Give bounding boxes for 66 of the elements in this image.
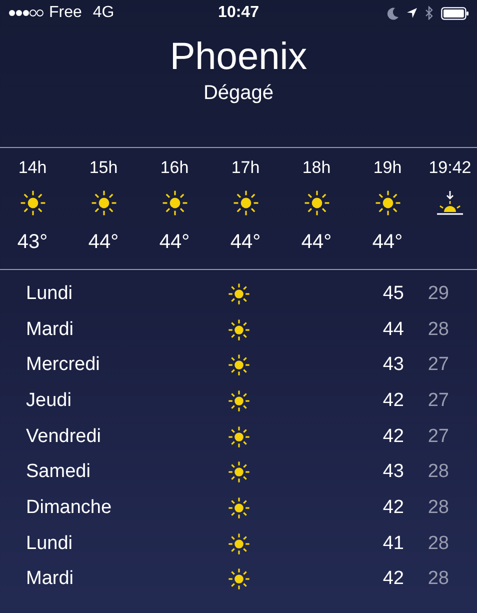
- day-name: Lundi: [26, 282, 74, 305]
- location-arrow-icon: [406, 7, 418, 19]
- bluetooth-icon: [425, 6, 434, 20]
- hour-temperature: 44°: [372, 230, 403, 254]
- hour-label: 19:42: [428, 158, 472, 178]
- moon-icon: [387, 6, 399, 20]
- sun-icon: [228, 461, 250, 484]
- sun-icon: [228, 568, 250, 590]
- city-name: Phoenix: [170, 36, 308, 78]
- battery-icon: [441, 6, 469, 20]
- hour-label: 14h: [18, 158, 47, 178]
- hour-label: 18h: [302, 158, 331, 178]
- low-temperature: 28: [426, 568, 449, 590]
- high-temperature: 45: [382, 282, 404, 305]
- hour-temperature: 44°: [230, 230, 261, 254]
- low-temperature: 27: [426, 390, 449, 412]
- day-name: Mardi: [26, 318, 75, 341]
- low-temperature: 28: [426, 532, 449, 555]
- high-temperature: 41: [382, 532, 404, 555]
- hour-temperature: 43°: [17, 230, 48, 254]
- day-name: Jeudi: [26, 390, 72, 412]
- low-temperature: 28: [426, 318, 449, 341]
- day-name: Vendredi: [26, 426, 102, 448]
- sun-icon: [228, 354, 250, 376]
- sun-icon: [228, 390, 250, 412]
- signal-icon: [8, 8, 44, 18]
- high-temperature: 44: [382, 318, 404, 341]
- high-temperature: 42: [382, 390, 404, 412]
- hour-temperature: 44°: [301, 230, 332, 254]
- low-temperature: 28: [426, 461, 449, 484]
- sun-icon: [304, 190, 330, 216]
- high-temperature: 42: [382, 496, 404, 519]
- sun-icon: [20, 190, 46, 216]
- sunset-icon: [436, 190, 464, 216]
- high-temperature: 42: [382, 426, 404, 448]
- high-temperature: 43: [382, 354, 404, 376]
- network-type: 4G: [92, 4, 114, 22]
- high-temperature: 42: [382, 568, 404, 590]
- clock-time: 10:47: [218, 4, 259, 22]
- hour-label: 15h: [89, 158, 118, 178]
- high-temperature: 43: [382, 461, 404, 484]
- hour-label: 19h: [373, 158, 402, 178]
- hour-temperature: 44°: [88, 230, 119, 254]
- low-temperature: 28: [426, 496, 449, 519]
- day-name: Mardi: [26, 568, 75, 590]
- sun-icon: [232, 190, 258, 216]
- low-temperature: 29: [426, 282, 449, 305]
- low-temperature: 27: [426, 354, 449, 376]
- sun-icon: [90, 190, 116, 216]
- sun-icon: [228, 496, 250, 519]
- hour-label: 17h: [231, 158, 260, 178]
- sun-icon: [162, 190, 188, 216]
- low-temperature: 27: [426, 426, 449, 448]
- sun-icon: [228, 282, 250, 305]
- sun-icon: [228, 426, 250, 448]
- day-name: Samedi: [26, 461, 92, 484]
- carrier-name: Free: [49, 4, 82, 22]
- day-name: Mercredi: [26, 354, 101, 376]
- hour-label: 16h: [160, 158, 189, 178]
- day-name: Lundi: [26, 532, 74, 555]
- hour-temperature: 44°: [159, 230, 190, 254]
- sun-icon: [228, 318, 250, 341]
- sun-icon: [374, 190, 400, 216]
- day-name: Dimanche: [26, 496, 113, 519]
- weather-condition: Dégagé: [203, 81, 274, 106]
- sun-icon: [228, 532, 250, 555]
